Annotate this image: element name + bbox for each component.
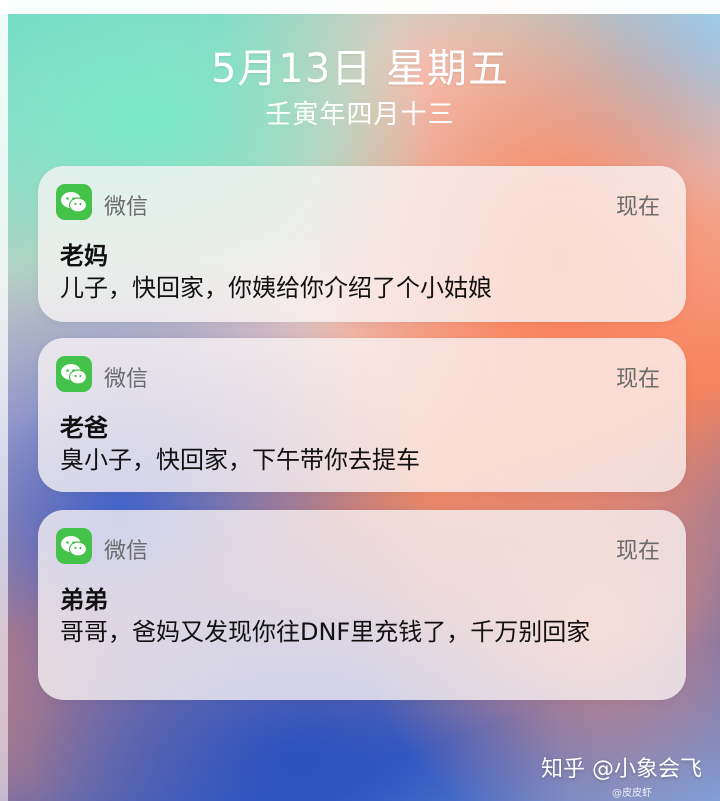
notification-sender: 老妈	[60, 242, 108, 270]
lockscreen-date: 5月13日 星期五	[210, 46, 510, 92]
notification-header: 微信 现在	[56, 528, 660, 568]
lockscreen-lunar-date: 壬寅年四月十三	[265, 100, 455, 130]
notification-app-name: 微信	[104, 195, 149, 220]
notification-time: 现在	[615, 539, 660, 564]
notification-card[interactable]: 微信 现在 弟弟 哥哥，爸妈又发现你往DNF里充钱了，千万别回家	[38, 510, 686, 700]
notification-time: 现在	[615, 367, 660, 392]
notification-sender: 老爸	[60, 414, 108, 442]
pipixia-watermark: @皮皮虾	[612, 788, 652, 799]
notification-header: 微信 现在	[56, 356, 660, 396]
notification-message: 儿子，快回家，你姨给你介绍了个小姑娘	[60, 274, 492, 302]
notification-message: 哥哥，爸妈又发现你往DNF里充钱了，千万别回家	[60, 618, 591, 646]
notification-app-name: 微信	[104, 539, 149, 564]
notification-card[interactable]: 微信 现在 老爸 臭小子，快回家，下午带你去提车	[38, 338, 686, 492]
wechat-icon	[56, 184, 92, 220]
zhihu-watermark: 知乎 @小象会飞	[541, 757, 702, 782]
notification-sender: 弟弟	[60, 586, 108, 614]
notification-app-name: 微信	[104, 367, 149, 392]
notification-header: 微信 现在	[56, 184, 660, 224]
notification-card[interactable]: 微信 现在 老妈 儿子，快回家，你姨给你介绍了个小姑娘	[38, 166, 686, 322]
notification-time: 现在	[615, 195, 660, 220]
wechat-icon	[56, 528, 92, 564]
notification-message: 臭小子，快回家，下午带你去提车	[60, 446, 420, 474]
wechat-icon	[56, 356, 92, 392]
